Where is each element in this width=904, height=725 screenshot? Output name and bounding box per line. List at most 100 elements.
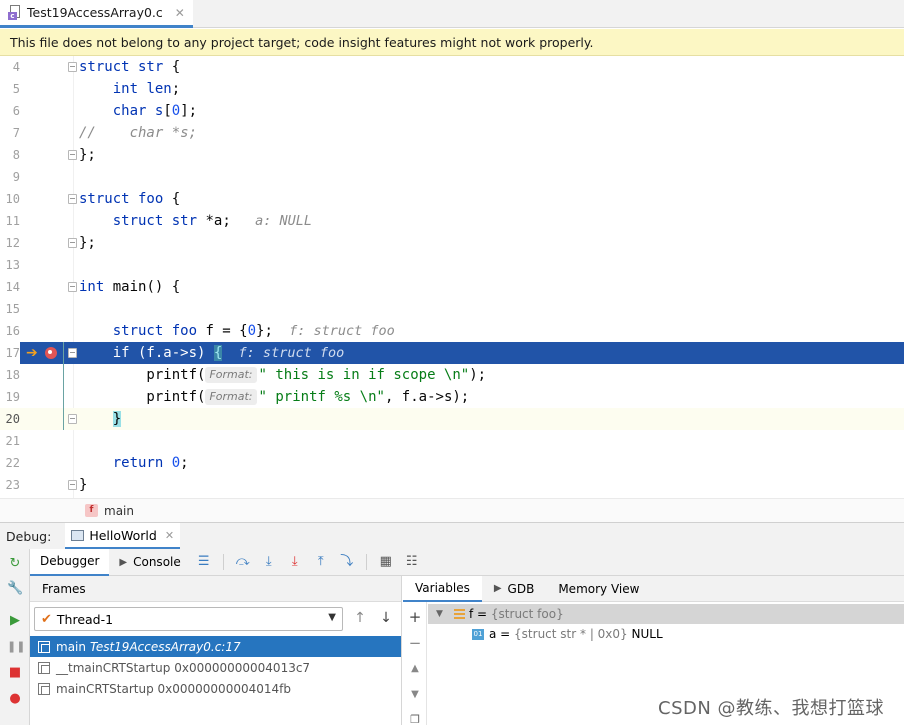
line-number[interactable]: 20 [0, 408, 20, 430]
toolbar-separator [365, 554, 367, 570]
line-number[interactable]: 5 [0, 78, 20, 100]
code-line[interactable]: 13 [0, 254, 904, 276]
fold-icon[interactable] [68, 282, 77, 292]
code-token: struct [112, 323, 164, 339]
line-number[interactable]: 12 [0, 232, 20, 254]
tab-debugger-label: Debugger [40, 554, 100, 568]
code-line[interactable]: 12}; [0, 232, 904, 254]
code-token: char [112, 103, 147, 119]
code-line[interactable]: 17 ➔ if (f.a->s) { f: struct foo [0, 342, 904, 364]
resume-icon[interactable]: ▶ [7, 613, 23, 629]
line-number[interactable]: 15 [0, 298, 20, 320]
view-breakpoints-icon[interactable]: ● [7, 691, 23, 707]
line-number[interactable]: 14 [0, 276, 20, 298]
line-number[interactable]: 10 [0, 188, 20, 210]
code-line[interactable]: 9 [0, 166, 904, 188]
code-token: struct [79, 191, 130, 207]
fold-icon[interactable] [68, 348, 77, 358]
code-editor[interactable]: 4 struct str {5 int len; 6 char s[0]; 7// c… [0, 56, 904, 498]
breadcrumb-item-main[interactable]: main [104, 504, 134, 518]
line-number[interactable]: 9 [0, 166, 20, 188]
code-line[interactable]: 22 return 0; [0, 452, 904, 474]
tab-debugger[interactable]: Debugger [30, 548, 110, 576]
line-number[interactable]: 19 [0, 386, 20, 408]
step-out-icon[interactable]: ⤒ [313, 554, 329, 570]
copy-icon[interactable]: ❐ [408, 713, 422, 725]
stop-icon[interactable]: ■ [7, 665, 23, 681]
code-text: }; [79, 144, 96, 166]
line-number[interactable]: 16 [0, 320, 20, 342]
line-number[interactable]: 6 [0, 100, 20, 122]
fold-icon[interactable] [68, 194, 77, 204]
code-line[interactable]: 19 printf(Format: " printf %s \n", f.a->s… [0, 386, 904, 408]
line-number[interactable]: 11 [0, 210, 20, 232]
evaluate-icon[interactable]: ▦ [378, 554, 394, 570]
line-number[interactable]: 17 [0, 342, 20, 364]
code-line[interactable]: 11 struct str *a; a: NULL [0, 210, 904, 232]
fold-icon[interactable] [68, 62, 77, 72]
wrench-icon[interactable]: 🔧 [7, 581, 23, 597]
code-line[interactable]: 18 printf(Format: " this is in if scope \… [0, 364, 904, 386]
line-number[interactable]: 22 [0, 452, 20, 474]
code-line[interactable]: 20 } [0, 408, 904, 430]
line-number[interactable]: 21 [0, 430, 20, 452]
step-into-icon[interactable]: ⤓ [261, 554, 277, 570]
force-step-into-icon[interactable]: ⤓ [287, 554, 303, 570]
run-to-cursor-icon[interactable]: ⤵ [339, 554, 355, 570]
thread-select[interactable]: ✔ Thread-1 ▼ [34, 607, 343, 631]
move-down-icon[interactable]: ▼ [408, 688, 422, 702]
line-number[interactable]: 23 [0, 474, 20, 496]
arrow-down-icon[interactable]: ↓ [378, 610, 394, 626]
remove-watch-icon[interactable]: − [408, 636, 422, 651]
line-number[interactable]: 18 [0, 364, 20, 386]
code-token: struct [112, 213, 164, 229]
line-number[interactable]: 4 [0, 56, 20, 78]
frame-row[interactable]: mainCRTStartup 0x00000000004014fb [30, 678, 401, 699]
frame-row[interactable]: main Test19AccessArray0.c:17 [30, 636, 401, 657]
close-icon[interactable]: ✕ [175, 6, 185, 20]
tab-console[interactable]: ▶ Console [109, 549, 190, 576]
debug-session-tab[interactable]: HelloWorld ✕ [65, 523, 181, 549]
fold-icon[interactable] [68, 480, 77, 490]
line-number[interactable]: 7 [0, 122, 20, 144]
line-number[interactable]: 13 [0, 254, 20, 276]
tab-gdb[interactable]: ▶ GDB [482, 576, 546, 602]
code-line[interactable]: 4 struct str { [0, 56, 904, 78]
code-line[interactable]: 8}; [0, 144, 904, 166]
code-line[interactable]: 14 int main() { [0, 276, 904, 298]
pause-icon[interactable]: ❚❚ [7, 639, 25, 655]
code-line[interactable]: 23} [0, 474, 904, 496]
move-up-icon[interactable]: ▲ [408, 662, 422, 676]
fold-icon[interactable] [68, 150, 77, 160]
code-line[interactable]: 21 [0, 430, 904, 452]
chevron-down-icon[interactable]: ▼ [436, 609, 448, 619]
fold-icon[interactable] [68, 414, 77, 424]
layout-icon[interactable]: ☷ [404, 554, 420, 570]
step-over-icon[interactable]: ⤼ [235, 554, 251, 570]
add-watch-icon[interactable]: + [408, 610, 422, 625]
variable-row[interactable]: 01 a = {struct str * | 0x0} NULL [428, 624, 904, 644]
code-text: if (f.a->s) { f: struct foo [79, 342, 344, 364]
code-token: { [163, 59, 181, 75]
code-line[interactable]: 16 struct foo f = {0}; f: struct foo [0, 320, 904, 342]
line-number[interactable]: 8 [0, 144, 20, 166]
tab-variables[interactable]: Variables [403, 575, 482, 602]
code-line[interactable]: 15 [0, 298, 904, 320]
code-line[interactable]: 7 // char *s; [0, 122, 904, 144]
fold-icon[interactable] [68, 238, 77, 248]
editor-tab[interactable]: c Test19AccessArray0.c ✕ [0, 0, 193, 28]
breakpoint-icon[interactable] [45, 347, 57, 359]
tab-memory-view[interactable]: Memory View [546, 576, 651, 602]
close-icon[interactable]: ✕ [165, 529, 174, 542]
variable-row[interactable]: ▼ f = {struct foo} [428, 604, 904, 624]
code-line[interactable]: 6 char s[0]; [0, 100, 904, 122]
rerun-icon[interactable]: ↻ [7, 556, 23, 572]
arrow-up-icon[interactable]: ↑ [352, 610, 368, 626]
breadcrumb[interactable]: f main [0, 498, 904, 522]
code-line[interactable]: 5 int len; [0, 78, 904, 100]
menu-icon[interactable]: ☰ [196, 554, 212, 570]
frame-row[interactable]: __tmainCRTStartup 0x00000000004013c7 [30, 657, 401, 678]
code-token: } [112, 411, 122, 427]
code-line[interactable]: 10 struct foo { [0, 188, 904, 210]
